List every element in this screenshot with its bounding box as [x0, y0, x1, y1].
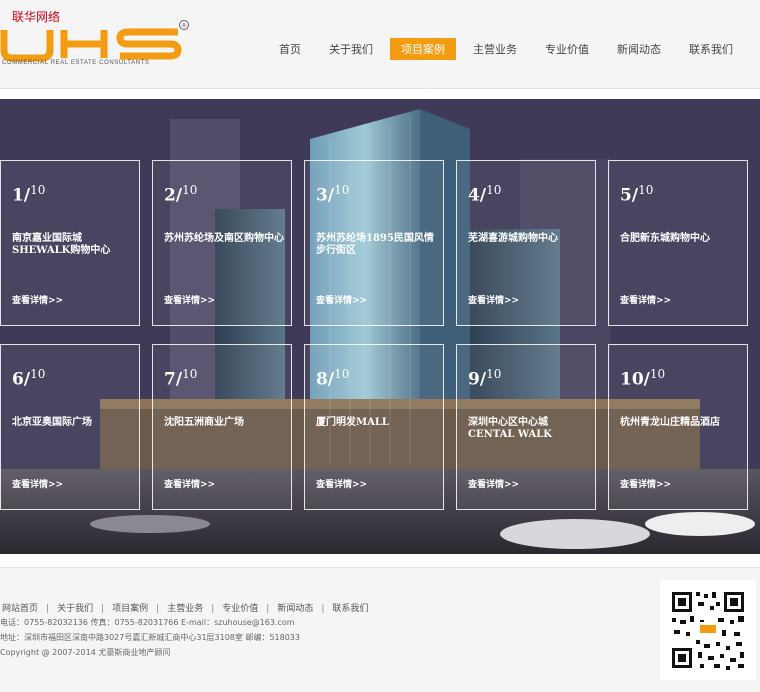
project-title: 合肥新东城购物中心: [620, 233, 710, 244]
view-details-link[interactable]: 查看详情>>: [316, 293, 367, 306]
qr-code-icon: [660, 580, 756, 680]
project-title: 沈阳五洲商业广场: [164, 417, 244, 428]
footer-copyright: Copyright @ 2007-2014 尤豪斯商业地产顾问: [0, 648, 171, 657]
footer-links: 网站首页 | 关于我们 | 项目案例 | 主营业务 | 专业价值 | 新闻动态 | 联系我们: [2, 601, 368, 614]
project-card[interactable]: 2/10 苏州苏纶场及南区购物中心 查看详情>>: [152, 160, 292, 326]
view-details-link[interactable]: 查看详情>>: [12, 477, 63, 490]
qr-code: [660, 580, 756, 680]
nav-business[interactable]: 主营业务: [462, 38, 528, 60]
project-title: 杭州青龙山庄精品酒店: [620, 417, 720, 428]
project-number: 7/10: [164, 367, 198, 390]
project-number: 8/10: [316, 367, 350, 390]
separator: |: [101, 604, 105, 614]
nav-news[interactable]: 新闻动态: [606, 38, 672, 60]
footer-link-value[interactable]: 专业价值: [222, 604, 258, 614]
project-number: 4/10: [468, 183, 502, 206]
nav-value[interactable]: 专业价值: [534, 38, 600, 60]
project-number: 10/10: [620, 367, 666, 390]
view-details-link[interactable]: 查看详情>>: [316, 477, 367, 490]
project-title: 苏州苏纶场及南区购物中心: [164, 233, 284, 244]
project-card[interactable]: 9/10 深圳中心区中心城 CENTAL WALK 查看详情>>: [456, 344, 596, 510]
footer-link-news[interactable]: 新闻动态: [277, 604, 313, 614]
separator: |: [46, 604, 50, 614]
uhs-logo-graphic: ®: [0, 20, 189, 62]
separator: |: [321, 604, 325, 614]
project-card[interactable]: 3/10 苏州苏纶场1895民国风情步行街区 查看详情>>: [304, 160, 444, 326]
registered-mark: ®: [181, 23, 187, 30]
project-number: 2/10: [164, 183, 198, 206]
view-details-link[interactable]: 查看详情>>: [620, 477, 671, 490]
view-details-link[interactable]: 查看详情>>: [468, 477, 519, 490]
project-card[interactable]: 6/10 北京亚奥国际广场 查看详情>>: [0, 344, 140, 510]
nav-projects[interactable]: 项目案例: [390, 38, 456, 60]
project-grid: 1/10 南京嘉业国际城 SHEWALK购物中心 查看详情>> 2/10 苏州苏…: [0, 160, 760, 512]
separator: |: [266, 604, 270, 614]
project-card[interactable]: 4/10 芜湖喜游城购物中心 查看详情>>: [456, 160, 596, 326]
footer-link-home[interactable]: 网站首页: [2, 604, 38, 614]
project-title: 深圳中心区中心城 CENTAL WALK: [468, 417, 552, 440]
view-details-link[interactable]: 查看详情>>: [468, 293, 519, 306]
footer-link-contact[interactable]: 联系我们: [332, 604, 368, 614]
project-number: 1/10: [12, 183, 46, 206]
project-number: 9/10: [468, 367, 502, 390]
main-nav: 首页 关于我们 项目案例 主营业务 专业价值 新闻动态 联系我们: [262, 38, 744, 60]
footer-link-projects[interactable]: 项目案例: [112, 604, 148, 614]
footer-contact: 电话：0755-82032136 传真：0755-82031766 E-mail…: [0, 618, 295, 627]
footer-link-business[interactable]: 主营业务: [167, 604, 203, 614]
project-card[interactable]: 10/10 杭州青龙山庄精品酒店 查看详情>>: [608, 344, 748, 510]
logo-subtitle: COMMERCIAL REAL ESTATE CONSULTANTS: [2, 60, 150, 66]
project-number: 5/10: [620, 183, 654, 206]
project-card[interactable]: 7/10 沈阳五洲商业广场 查看详情>>: [152, 344, 292, 510]
project-number: 6/10: [12, 367, 46, 390]
footer-address: 地址：深圳市福田区深南中路3027号嘉汇新城汇商中心31层3108室 邮编：51…: [0, 633, 300, 642]
view-details-link[interactable]: 查看详情>>: [164, 477, 215, 490]
project-title: 苏州苏纶场1895民国风情步行街区: [316, 233, 434, 256]
nav-about[interactable]: 关于我们: [318, 38, 384, 60]
project-title: 北京亚奥国际广场: [12, 417, 92, 428]
project-title: 南京嘉业国际城 SHEWALK购物中心: [12, 233, 111, 256]
view-details-link[interactable]: 查看详情>>: [12, 293, 63, 306]
project-card[interactable]: 5/10 合肥新东城购物中心 查看详情>>: [608, 160, 748, 326]
project-title: 芜湖喜游城购物中心: [468, 233, 558, 244]
nav-contact[interactable]: 联系我们: [678, 38, 744, 60]
separator: |: [156, 604, 160, 614]
view-details-link[interactable]: 查看详情>>: [164, 293, 215, 306]
projects-banner: 1/10 南京嘉业国际城 SHEWALK购物中心 查看详情>> 2/10 苏州苏…: [0, 99, 760, 554]
footer: 网站首页 | 关于我们 | 项目案例 | 主营业务 | 专业价值 | 新闻动态 | 联系我们 电话：07…: [0, 567, 760, 692]
project-card[interactable]: 1/10 南京嘉业国际城 SHEWALK购物中心 查看详情>>: [0, 160, 140, 326]
project-card[interactable]: 8/10 厦门明发MALL 查看详情>>: [304, 344, 444, 510]
view-details-link[interactable]: 查看详情>>: [620, 293, 671, 306]
project-number: 3/10: [316, 183, 350, 206]
footer-link-about[interactable]: 关于我们: [57, 604, 93, 614]
header: 联华网络 ® COMMERCIAL REAL ESTATE CONSULTANT…: [0, 0, 760, 89]
project-title: 厦门明发MALL: [316, 417, 389, 428]
nav-home[interactable]: 首页: [268, 38, 312, 60]
separator: |: [211, 604, 215, 614]
